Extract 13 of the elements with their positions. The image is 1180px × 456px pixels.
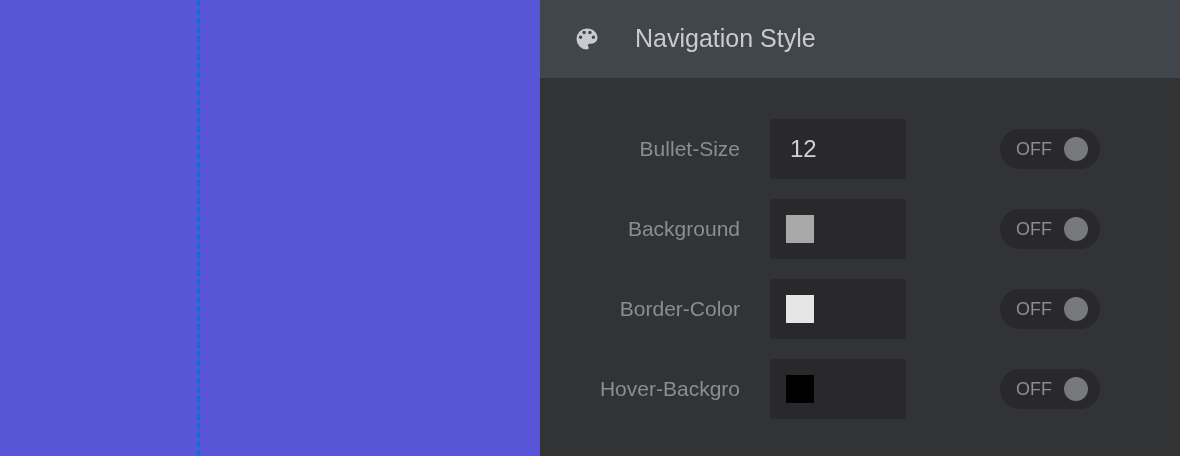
number-field[interactable]: 12 [770, 119, 906, 179]
setting-label: Bullet-Size [638, 136, 740, 163]
toggle-switch[interactable]: OFF [1000, 369, 1100, 409]
toggle-switch[interactable]: OFF [1000, 209, 1100, 249]
color-field[interactable] [770, 279, 906, 339]
toggle-switch[interactable]: OFF [1000, 289, 1100, 329]
setting-label: Border-Color [618, 296, 740, 323]
toggle-switch[interactable]: OFF [1000, 129, 1100, 169]
setting-label: Background [626, 216, 740, 243]
color-field[interactable] [770, 359, 906, 419]
color-field[interactable] [770, 199, 906, 259]
setting-label: Hover-Backgro [598, 376, 740, 403]
panel-title: Navigation Style [635, 23, 816, 55]
